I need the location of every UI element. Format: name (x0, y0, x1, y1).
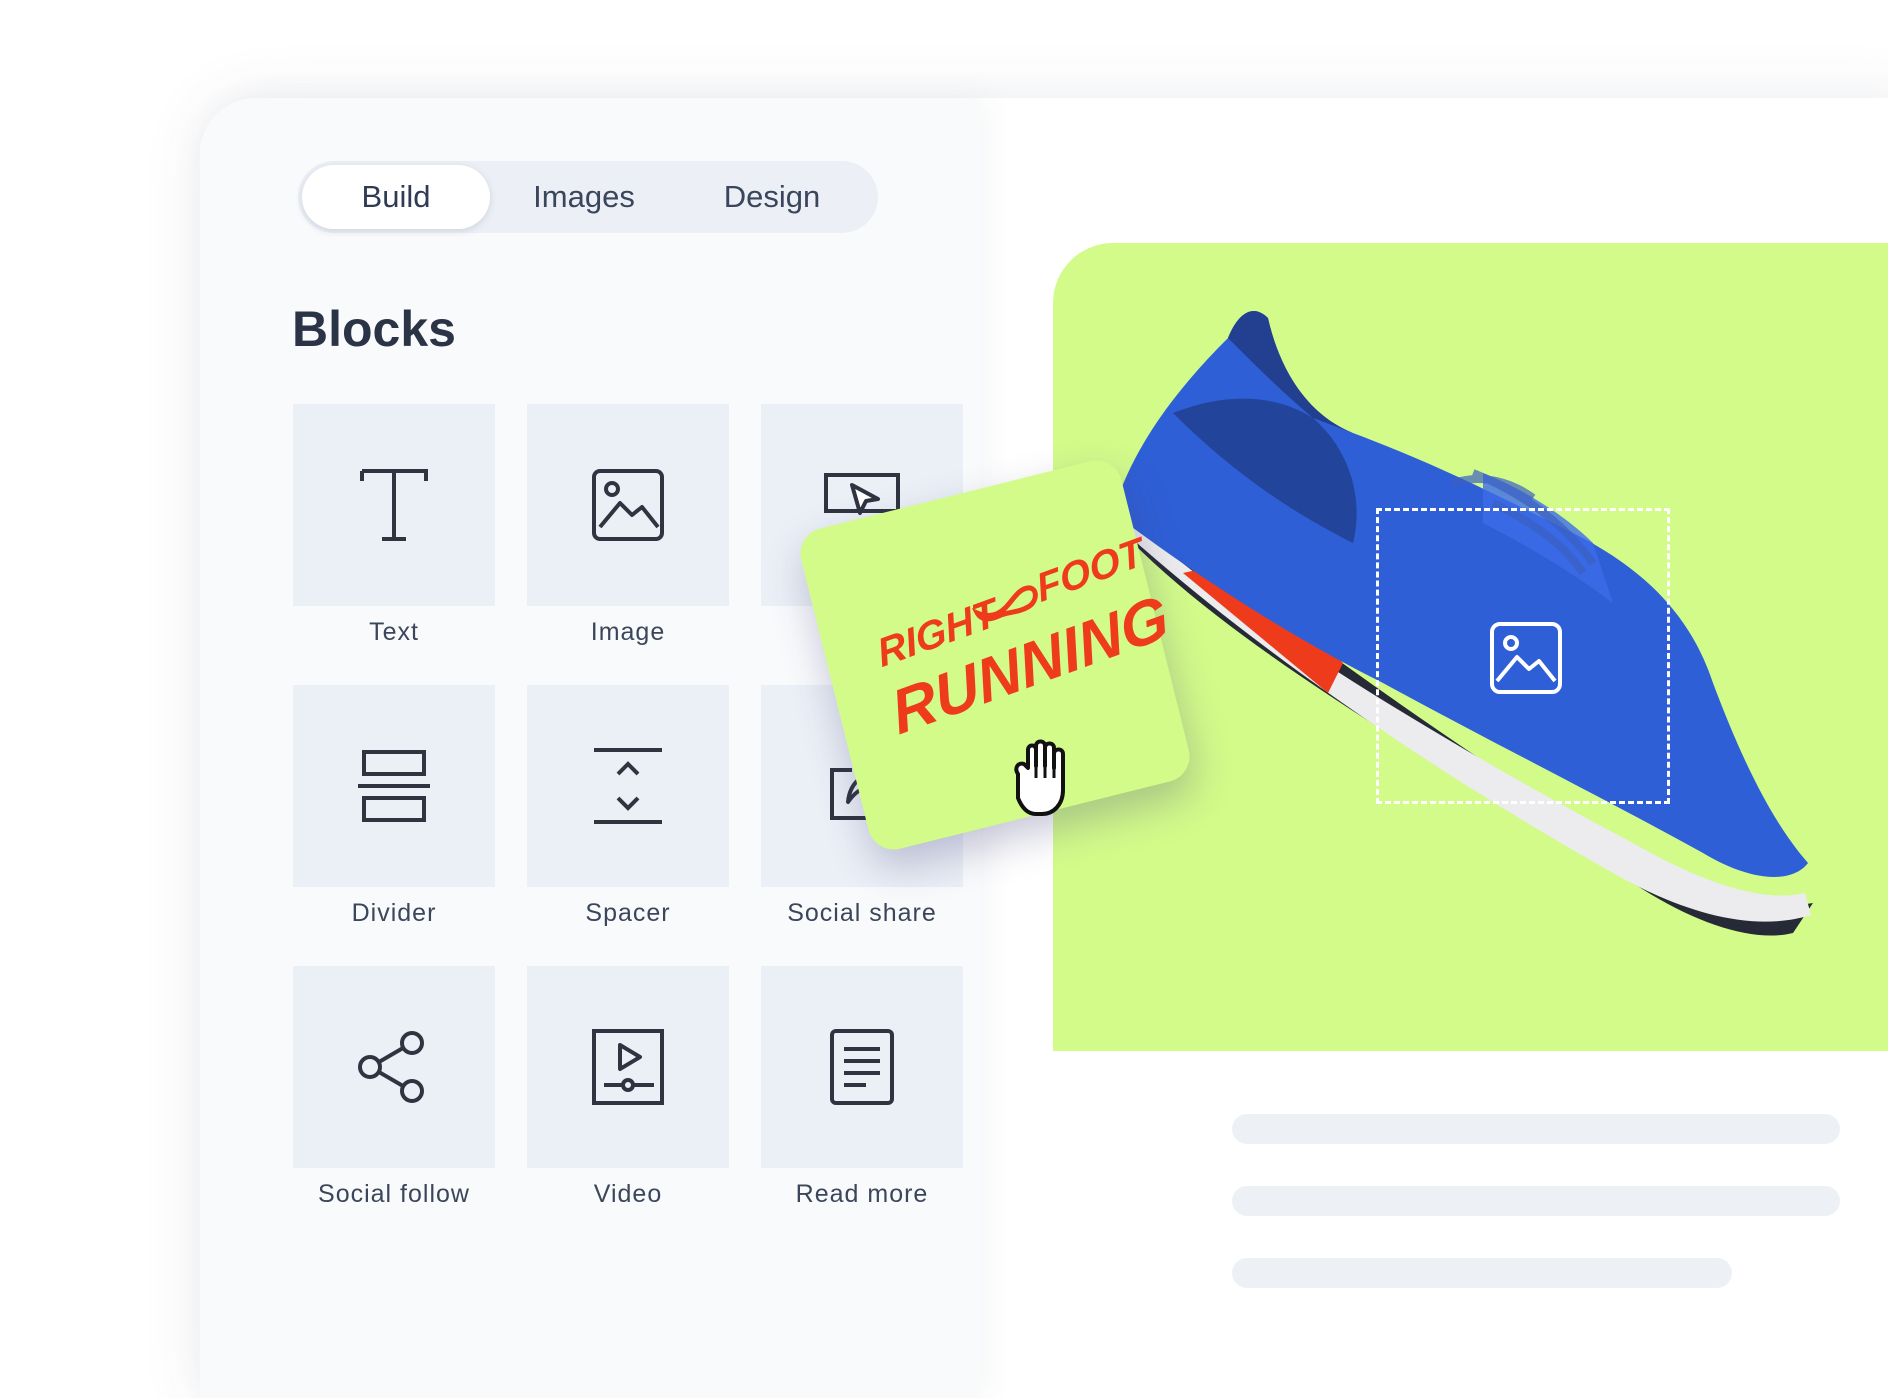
text-placeholder-line-1 (1232, 1114, 1840, 1144)
block-label-spacer: Spacer (585, 899, 671, 927)
sidebar-tabs: Build Images Design (298, 161, 878, 233)
video-icon (592, 1029, 664, 1105)
text-placeholder-line-2 (1232, 1186, 1840, 1216)
image-icon (592, 469, 664, 541)
grab-hand-cursor-icon (1014, 739, 1065, 816)
text-placeholder-line-3 (1232, 1258, 1732, 1288)
block-label-text: Text (369, 618, 419, 646)
document-icon (830, 1029, 894, 1105)
block-label-social-share: Social share (787, 899, 937, 927)
block-tile-image[interactable] (527, 404, 729, 606)
block-tile-video[interactable] (527, 966, 729, 1168)
block-label-video: Video (593, 1180, 663, 1208)
tab-design[interactable]: Design (682, 165, 862, 229)
image-drop-zone[interactable] (1376, 508, 1670, 804)
block-tile-text[interactable] (293, 404, 495, 606)
spacer-icon (594, 748, 662, 824)
block-tile-read-more[interactable] (761, 966, 963, 1168)
block-label-image: Image (590, 618, 666, 646)
block-label-read-more: Read more (795, 1180, 929, 1208)
block-label-divider: Divider (351, 899, 437, 927)
block-tile-divider[interactable] (293, 685, 495, 887)
block-tile-spacer[interactable] (527, 685, 729, 887)
social-follow-icon (358, 1031, 424, 1103)
image-placeholder-icon (1490, 622, 1562, 694)
footprint-logo-icon (971, 585, 1038, 622)
divider-icon (358, 750, 430, 822)
block-tile-social-follow[interactable] (293, 966, 495, 1168)
block-label-social-follow: Social follow (318, 1180, 470, 1208)
blocks-heading: Blocks (292, 301, 456, 357)
text-icon (360, 469, 428, 541)
tab-images[interactable]: Images (494, 165, 674, 229)
tab-build[interactable]: Build (302, 165, 490, 229)
